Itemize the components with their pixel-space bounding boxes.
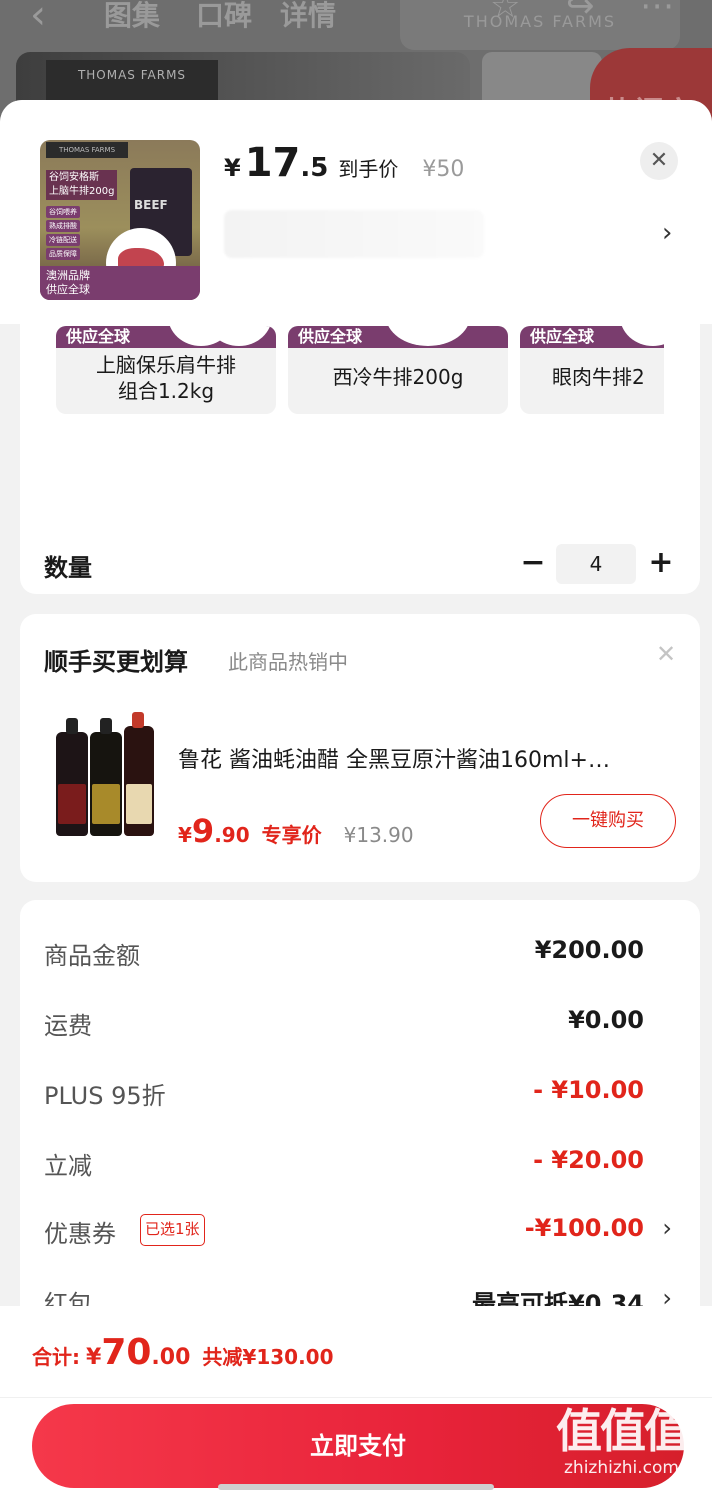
upsell-close-icon[interactable]: ✕ (656, 640, 676, 668)
chevron-right-icon: › (662, 1214, 672, 1242)
summary-label: 商品金额 (44, 942, 140, 970)
spec-option-tag: 供应全球 (530, 327, 595, 346)
summary-value: - ¥10.00 (533, 1076, 644, 1104)
summary-row-plus-discount: PLUS 95折 - ¥10.00 (44, 1072, 672, 1112)
soy-sauce-product-image[interactable] (54, 706, 164, 836)
product-header: THOMAS FARMS BEEF 谷饲安格斯 上脑牛排200g 谷饲喂养 熟成… (0, 100, 712, 324)
price-label: 到手价 (338, 157, 399, 181)
upsell-price-symbol: ¥ (178, 823, 192, 847)
bottle-neck (66, 718, 78, 734)
spec-option-name: 西冷牛排200g (332, 365, 464, 389)
price-symbol: ¥ (224, 154, 241, 182)
order-total: 合计: ¥ 70 .00 共减¥130.00 (32, 1332, 334, 1373)
image-tag-4: 品质保障 (46, 248, 80, 260)
total-integer: 70 (101, 1332, 152, 1373)
watermark: 值值值 zhizhizhi.com (556, 1404, 706, 1488)
bottle-3 (124, 712, 154, 836)
quantity-increase-button[interactable]: + (644, 546, 678, 580)
summary-label: 运费 (44, 1012, 92, 1040)
upsell-title: 顺手买更划算 (44, 648, 188, 676)
price-decimal: .5 (300, 153, 329, 183)
summary-row-instant-discount: 立减 - ¥20.00 (44, 1142, 672, 1182)
bg-tab-gallery: 图集 (104, 0, 161, 32)
spec-option-name: 上脑保乐肩牛排 组合1.2kg (96, 353, 236, 403)
upsell-price-label: 专享价 (261, 823, 322, 847)
summary-label: 优惠券 (44, 1220, 116, 1248)
bg-brand-logo: THOMAS FARMS (400, 0, 680, 50)
price-summary-card: 商品金额 ¥200.00 运费 ¥0.00 PLUS 95折 - ¥10.00 … (20, 900, 700, 1340)
upsell-original-price: ¥13.90 (343, 823, 414, 847)
summary-value: - ¥20.00 (533, 1146, 644, 1174)
package-beef-text: BEEF (134, 198, 168, 212)
option-image-edge (386, 326, 470, 346)
total-bar: 合计: ¥ 70 .00 共减¥130.00 (0, 1306, 712, 1398)
close-icon: ✕ (649, 148, 669, 173)
summary-row-coupon[interactable]: 优惠券 已选1张 -¥100.00 › (44, 1210, 672, 1250)
price-integer: 17 (244, 140, 301, 186)
bottle-neck (100, 718, 112, 734)
bottle-label (126, 784, 152, 824)
option-image-edge (620, 326, 664, 346)
spec-option-2[interactable]: 供应全球 西冷牛排200g (288, 326, 508, 414)
upsell-price: ¥ 9 .90 专享价 ¥13.90 (178, 812, 414, 850)
bottle-2 (90, 718, 122, 836)
watermark-logo: 值值值 (556, 1404, 690, 1458)
original-price: ¥50 (422, 157, 465, 182)
summary-label: 立减 (44, 1152, 92, 1180)
total-label: 合计: (32, 1345, 80, 1369)
upsell-price-decimal: .90 (214, 823, 250, 847)
purchase-sheet: THOMAS FARMS BEEF 谷饲安格斯 上脑牛排200g 谷饲喂养 熟成… (0, 100, 712, 1492)
quantity-input[interactable]: 4 (556, 544, 636, 584)
image-tag-2: 熟成排酸 (46, 220, 80, 232)
bottle-1 (56, 718, 88, 836)
quantity-decrease-button[interactable]: − (516, 546, 550, 580)
summary-row-subtotal: 商品金额 ¥200.00 (44, 932, 672, 972)
more-icon: ⋯ (640, 0, 674, 26)
star-icon: ☆ (490, 0, 521, 26)
summary-value: ¥0.00 (568, 1006, 644, 1034)
total-symbol: ¥ (86, 1345, 102, 1370)
bottle-neck (132, 712, 144, 728)
quantity-label: 数量 (44, 554, 92, 582)
share-icon: ↪ (566, 0, 595, 26)
total-decimal: .00 (151, 1345, 191, 1370)
image-tag-1: 谷饲喂养 (46, 206, 80, 218)
background-nav: ‹ 图集 口碑 详情 THOMAS FARMS ☆ ↪ ⋯ (0, 0, 712, 50)
one-click-buy-button[interactable]: 一键购买 (540, 794, 676, 848)
summary-value: -¥100.00 (524, 1214, 644, 1242)
image-bottom-tag: 澳洲品牌 供应全球 (40, 266, 200, 300)
back-arrow-icon: ‹ (30, 0, 46, 38)
total-saved: 共减¥130.00 (202, 1345, 334, 1369)
upsell-price-integer: 9 (191, 812, 215, 850)
spec-option-tag: 供应全球 (66, 327, 131, 346)
summary-label: PLUS 95折 (44, 1082, 166, 1110)
option-image-edge (206, 326, 272, 346)
coupon-selected-badge: 已选1张 (140, 1214, 205, 1246)
image-title: 谷饲安格斯 上脑牛排200g (46, 170, 118, 200)
spec-option-name: 眼肉牛排2 (552, 365, 645, 389)
summary-value: ¥200.00 (534, 936, 644, 964)
image-tag-3: 冷链配送 (46, 234, 80, 246)
bg-tab-reviews: 口碑 (196, 0, 253, 32)
spec-option-3[interactable]: 供应全球 眼肉牛排2 (520, 326, 664, 414)
product-thumbnail[interactable]: THOMAS FARMS BEEF 谷饲安格斯 上脑牛排200g 谷饲喂养 熟成… (40, 140, 200, 300)
summary-row-shipping: 运费 ¥0.00 (44, 1002, 672, 1042)
bottle-label (58, 784, 86, 824)
final-price: ¥ 17 .5 到手价 ¥50 (224, 140, 464, 190)
selected-spec-summary (224, 210, 484, 258)
bottle-label (92, 784, 120, 824)
chevron-right-icon[interactable]: › (662, 218, 672, 248)
spec-option-tag: 供应全球 (298, 327, 363, 346)
upsell-card: 顺手买更划算 此商品热销中 ✕ 鲁花 酱油蚝油醋 全黑豆原汁酱油160ml+… … (20, 614, 700, 882)
upsell-product-name[interactable]: 鲁花 酱油蚝油醋 全黑豆原汁酱油160ml+… (178, 742, 678, 774)
package-brand-text: THOMAS FARMS (46, 142, 128, 158)
spec-option-1[interactable]: 供应全球 上脑保乐肩牛排 组合1.2kg (56, 326, 276, 414)
upsell-subtitle: 此商品热销中 (228, 650, 348, 674)
watermark-url: zhizhizhi.com (564, 1458, 679, 1478)
bg-tab-details: 详情 (280, 0, 337, 32)
home-indicator[interactable] (218, 1484, 494, 1490)
close-sheet-button[interactable]: ✕ (640, 142, 678, 180)
